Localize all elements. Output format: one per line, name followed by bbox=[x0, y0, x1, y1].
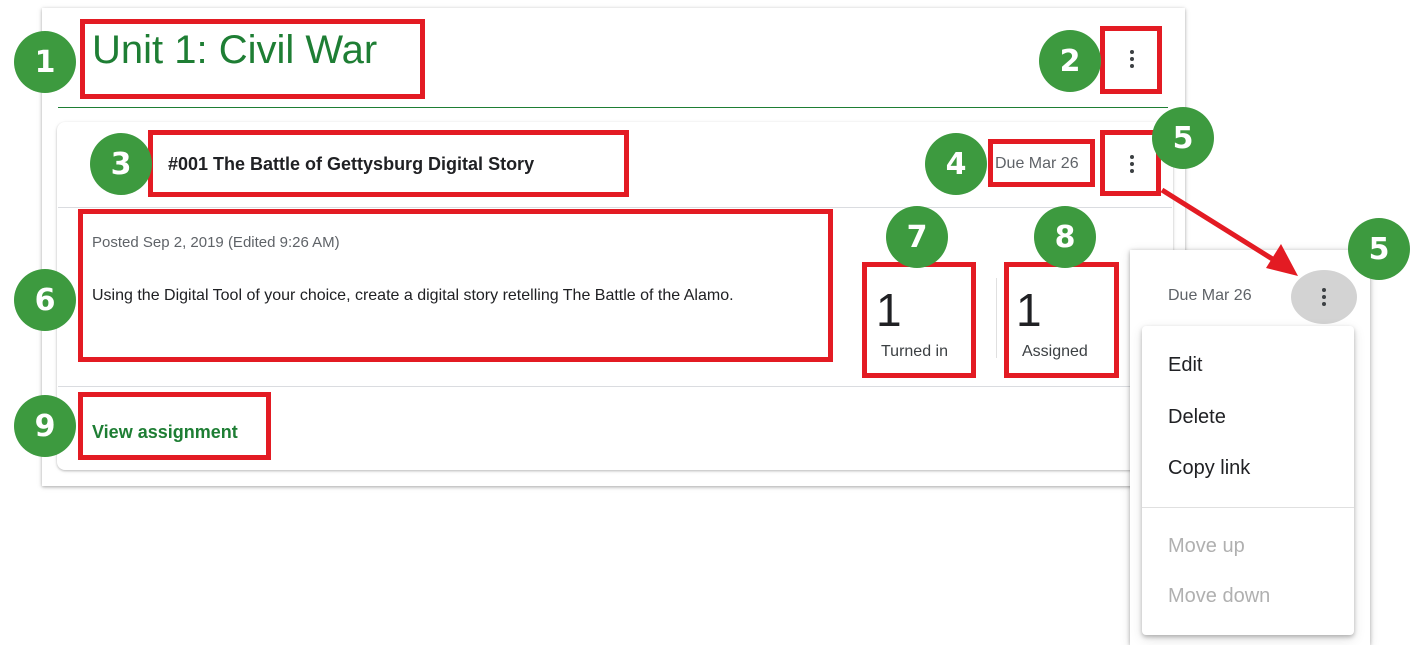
callout-badge-7: 7 bbox=[886, 206, 948, 268]
highlight-topic-menu bbox=[1100, 26, 1162, 94]
callout-badge-8: 8 bbox=[1034, 206, 1096, 268]
callout-more-options-button[interactable] bbox=[1291, 270, 1357, 324]
highlight-description bbox=[78, 209, 833, 362]
assignment-footer-divider bbox=[58, 386, 1172, 387]
highlight-view-link bbox=[78, 392, 271, 460]
menu-separator bbox=[1142, 507, 1354, 508]
more-vert-icon bbox=[1322, 288, 1326, 292]
callout-badge-3: 3 bbox=[90, 133, 152, 195]
menu-item-move-down[interactable]: Move down bbox=[1168, 585, 1270, 608]
highlight-due-date bbox=[988, 139, 1095, 187]
menu-item-move-up[interactable]: Move up bbox=[1168, 535, 1245, 558]
callout-badge-9: 9 bbox=[14, 395, 76, 457]
callout-badge-5-popup: 5 bbox=[1348, 218, 1410, 280]
callout-badge-5: 5 bbox=[1152, 107, 1214, 169]
topic-divider bbox=[58, 107, 1168, 108]
assignment-divider bbox=[58, 207, 1172, 208]
menu-item-edit[interactable]: Edit bbox=[1168, 354, 1202, 377]
menu-item-delete[interactable]: Delete bbox=[1168, 406, 1226, 429]
stat-separator bbox=[996, 278, 997, 358]
highlight-assigned bbox=[1004, 262, 1119, 378]
highlight-topic-title bbox=[80, 19, 425, 99]
highlight-assignment-title bbox=[148, 130, 629, 197]
callout-badge-1: 1 bbox=[14, 31, 76, 93]
callout-badge-6: 6 bbox=[14, 269, 76, 331]
menu-item-copy-link[interactable]: Copy link bbox=[1168, 457, 1250, 480]
callout-due-date: Due Mar 26 bbox=[1168, 287, 1252, 304]
callout-badge-2: 2 bbox=[1039, 30, 1101, 92]
callout-badge-4: 4 bbox=[925, 133, 987, 195]
highlight-turned-in bbox=[862, 262, 976, 378]
